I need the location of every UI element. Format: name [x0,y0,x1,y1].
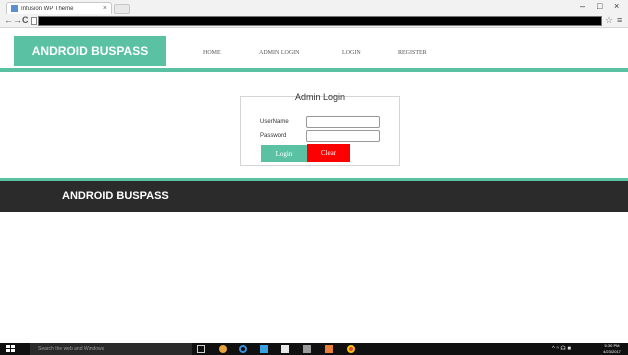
minimize-icon[interactable]: – [580,1,585,11]
task-view-icon[interactable] [197,345,205,353]
taskbar-app-icon[interactable] [219,345,227,353]
browser-tabstrip: Infusion WP Theme × – □ × [0,0,628,14]
back-icon[interactable]: ← [4,15,13,25]
taskbar-app-icon-2[interactable] [303,345,311,353]
password-input[interactable] [306,130,380,142]
address-bar[interactable] [38,16,602,26]
store-icon[interactable] [260,345,268,353]
browser-toolbar: ← → C ☆ ≡ [0,14,628,28]
nav-admin-login[interactable]: ADMIN LOGIN [259,50,300,56]
username-input[interactable] [306,116,380,128]
site-brand[interactable]: ANDROID BUSPASS [14,36,166,66]
menu-icon[interactable]: ≡ [617,15,622,25]
nav-login[interactable]: LOGIN [342,50,361,56]
login-button[interactable]: Login [261,145,307,162]
clear-button[interactable]: Clear [307,144,350,162]
username-label: UserName [260,119,289,125]
clock-date: 4/23/2017 [603,349,621,354]
forward-icon[interactable]: → [13,15,22,25]
page-icon [31,17,37,25]
login-form-title: Admin Login [294,92,346,102]
taskbar-clock[interactable]: 5:30 PM 4/23/2017 [598,343,626,355]
system-tray-icons[interactable]: ^ ⁿ ☊ ■ [552,345,571,352]
tab-close-icon[interactable]: × [103,5,107,12]
nav-register[interactable]: REGISTER [398,50,427,56]
nav-home[interactable]: HOME [203,50,221,56]
windows-start-icon[interactable] [6,345,15,353]
new-tab-button[interactable] [114,4,130,14]
close-window-icon[interactable]: × [614,1,619,11]
edge-icon[interactable] [239,345,247,353]
file-explorer-icon[interactable] [281,345,289,353]
footer-brand: ANDROID BUSPASS [62,190,169,202]
favicon-icon [11,5,18,12]
reload-icon[interactable]: C [22,15,29,25]
browser-tab[interactable]: Infusion WP Theme × [6,2,112,14]
windows-taskbar: Search the web and Windows ^ ⁿ ☊ ■ 5:30 … [0,343,628,355]
header-divider [0,68,628,72]
taskbar-search-input[interactable]: Search the web and Windows [30,343,192,355]
chrome-icon[interactable] [347,345,355,353]
maximize-icon[interactable]: □ [597,1,602,11]
taskbar-app-icon-3[interactable] [325,345,333,353]
bookmark-star-icon[interactable]: ☆ [605,15,613,26]
tab-title: Infusion WP Theme [21,5,74,12]
password-label: Password [260,133,287,139]
